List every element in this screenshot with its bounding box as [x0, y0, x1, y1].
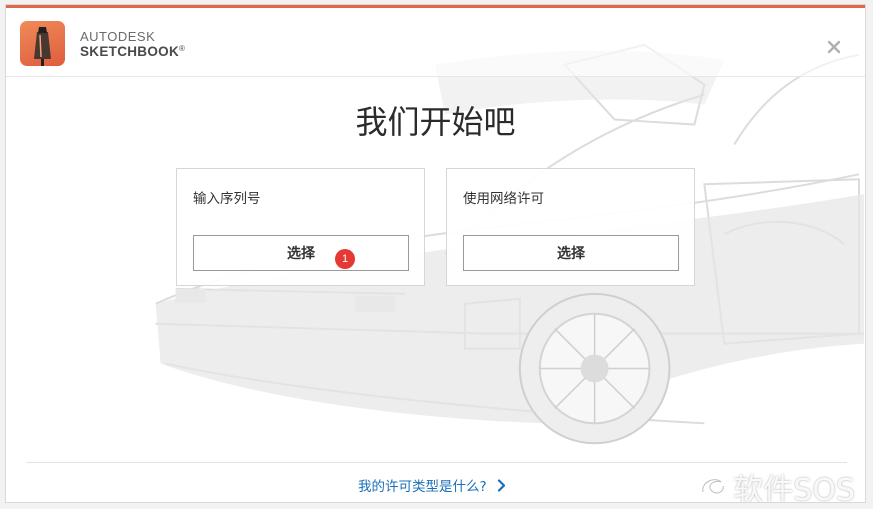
- footer-divider: [26, 462, 847, 463]
- page-title: 我们开始吧: [355, 103, 516, 141]
- chevron-right-icon: [497, 478, 505, 492]
- watermark-swirl-icon: [701, 478, 726, 495]
- network-license-label: 使用网络许可: [463, 191, 544, 207]
- watermark-text: 软件SOS: [733, 473, 855, 503]
- network-license-select-button[interactable]: 选择: [463, 235, 679, 271]
- header: AUTODESK SKETCHBOOK®: [6, 8, 865, 77]
- serial-number-card: 输入序列号 选择: [176, 168, 425, 286]
- sketchbook-pencil-icon: [20, 21, 65, 66]
- license-type-help-text: 我的许可类型是什么?: [358, 479, 487, 495]
- serial-number-select-button[interactable]: 选择: [193, 235, 409, 271]
- activation-window: AUTODESK SKETCHBOOK® 我们开始吧 输入序列号 选择 使用网络…: [5, 4, 866, 503]
- close-icon[interactable]: [827, 39, 841, 54]
- network-license-card: 使用网络许可 选择: [446, 168, 695, 286]
- car-sketch-background: [155, 43, 865, 445]
- brand-line1: AUTODESK: [80, 29, 156, 44]
- brand-line2: SKETCHBOOK®: [80, 44, 186, 59]
- license-type-help-link[interactable]: 我的许可类型是什么?: [358, 475, 506, 495]
- brand-wordmark: AUTODESK SKETCHBOOK®: [80, 30, 185, 59]
- watermark: 软件SOS: [697, 465, 855, 503]
- annotation-marker: 1: [335, 249, 355, 269]
- serial-number-label: 输入序列号: [193, 191, 261, 207]
